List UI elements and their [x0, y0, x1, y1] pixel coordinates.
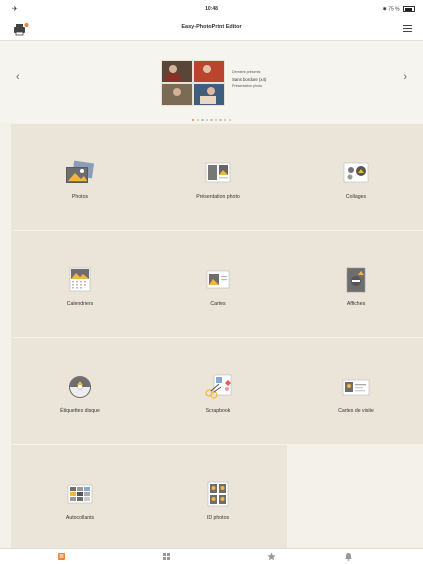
page-indicator [0, 119, 423, 123]
photo-layout-icon [205, 162, 231, 183]
tile-label: Cartes [210, 301, 226, 307]
page-dot[interactable] [219, 119, 222, 122]
app-title: Easy-PhotoPrint Editor [181, 24, 242, 30]
tile-label: Scrapbook [205, 408, 231, 414]
cards-icon [206, 270, 230, 289]
banner-line1: Derniers présents [232, 70, 261, 74]
bluetooth-icon: ✱ [382, 6, 387, 13]
recent-layout-thumbnail[interactable] [161, 60, 225, 106]
grid-tab-icon[interactable] [162, 552, 171, 561]
tile-label: Présentation photo [196, 194, 240, 200]
menu-icon[interactable] [403, 24, 412, 33]
calendar-icon [69, 267, 91, 292]
status-right: ✱ 75 % [383, 6, 415, 12]
page-dot[interactable] [191, 119, 195, 122]
posters-icon [346, 267, 366, 293]
page-dot[interactable] [224, 119, 227, 122]
banner-texts: Derniers présents Sans bordure (x4) Prés… [232, 69, 266, 90]
collages-icon [343, 162, 369, 183]
home-tab-icon[interactable] [57, 552, 66, 561]
tile-label: Calendriers [66, 301, 94, 307]
chevron-left-icon[interactable]: ‹ [16, 71, 20, 83]
tile-label: Collages [345, 194, 367, 200]
tile-photos[interactable]: Photos [11, 124, 149, 230]
banner-line3: Présentation photo [232, 84, 263, 88]
favorites-tab-icon[interactable] [267, 552, 276, 561]
tile-label: ID photos [206, 515, 230, 521]
tile-label: Autocollants [65, 515, 95, 521]
banner-carousel[interactable]: ‹ Derniers présents Sans bordure (x4) Pr… [0, 41, 423, 123]
status-time: 10:48 [205, 6, 218, 12]
stickers-icon [67, 484, 93, 504]
tile-cards[interactable]: Cartes [149, 231, 287, 337]
disc-label-icon [69, 376, 91, 398]
page-dot[interactable] [214, 119, 218, 122]
banner-line2: Sans bordure (x4) [232, 77, 267, 82]
tile-stickers[interactable]: Autocollants [11, 445, 149, 551]
tile-business-card[interactable]: Cartes de visite [287, 338, 423, 444]
tile-label: Photos [71, 194, 89, 200]
empty-tile [287, 445, 423, 551]
battery-percent: 75 % [388, 6, 400, 13]
chevron-right-icon[interactable]: › [403, 71, 407, 83]
business-card-icon [342, 379, 370, 396]
tile-disc-label[interactable]: Étiquettes disque [11, 338, 149, 444]
page-dot[interactable] [201, 119, 204, 122]
page-dot[interactable] [210, 119, 213, 122]
tile-photo-layout[interactable]: Présentation photo [149, 124, 287, 230]
scrapbook-icon [205, 374, 232, 399]
tile-label: Cartes de visite [338, 408, 374, 414]
tile-label: Étiquettes disque [60, 408, 100, 414]
tile-collages[interactable]: Collages [287, 124, 423, 230]
category-grid: Photos Présentation photo Collages Calen… [11, 124, 423, 551]
tile-calendar[interactable]: Calendriers [11, 231, 149, 337]
nav-bar: Easy-PhotoPrint Editor [0, 18, 423, 41]
tile-id-photos[interactable]: ID photos [149, 445, 287, 551]
page-dot[interactable] [205, 119, 209, 122]
tile-scrapbook[interactable]: Scrapbook [149, 338, 287, 444]
tab-bar [0, 548, 423, 564]
notifications-tab-icon[interactable] [344, 552, 353, 561]
battery-icon [403, 6, 415, 12]
tile-posters[interactable]: Affiches [287, 231, 423, 337]
tile-label: Affiches [346, 301, 366, 307]
page-dot[interactable] [196, 119, 199, 122]
id-photos-icon [207, 481, 229, 507]
page-dot[interactable] [228, 119, 231, 122]
photos-icon [66, 160, 95, 183]
status-bar: ✈ 10:48 ✱ 75 % [0, 0, 423, 18]
